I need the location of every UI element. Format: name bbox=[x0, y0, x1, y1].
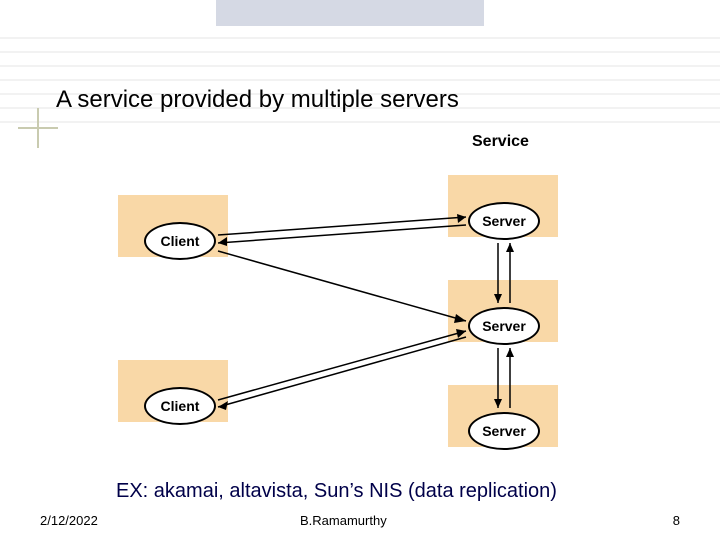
corner-tick-icon bbox=[18, 108, 78, 168]
server-node-2-label: Server bbox=[482, 318, 526, 334]
client-node-1: Client bbox=[144, 222, 216, 260]
footer-author: B.Ramamurthy bbox=[300, 513, 387, 528]
client-node-1-label: Client bbox=[161, 233, 200, 249]
server-node-3: Server bbox=[468, 412, 540, 450]
example-caption: EX: akamai, altavista, Sun’s NIS (data r… bbox=[116, 480, 557, 503]
server-node-3-label: Server bbox=[482, 423, 526, 439]
service-label: Service bbox=[472, 133, 529, 151]
footer-page-number: 8 bbox=[673, 513, 680, 528]
client-node-2: Client bbox=[144, 387, 216, 425]
client-node-2-label: Client bbox=[161, 398, 200, 414]
server-node-1-label: Server bbox=[482, 213, 526, 229]
slide-title: A service provided by multiple servers bbox=[56, 86, 459, 114]
footer-date: 2/12/2022 bbox=[40, 513, 98, 528]
server-node-1: Server bbox=[468, 202, 540, 240]
architecture-diagram: Service Client Client Server Server Serv… bbox=[100, 135, 600, 475]
server-node-2: Server bbox=[468, 307, 540, 345]
